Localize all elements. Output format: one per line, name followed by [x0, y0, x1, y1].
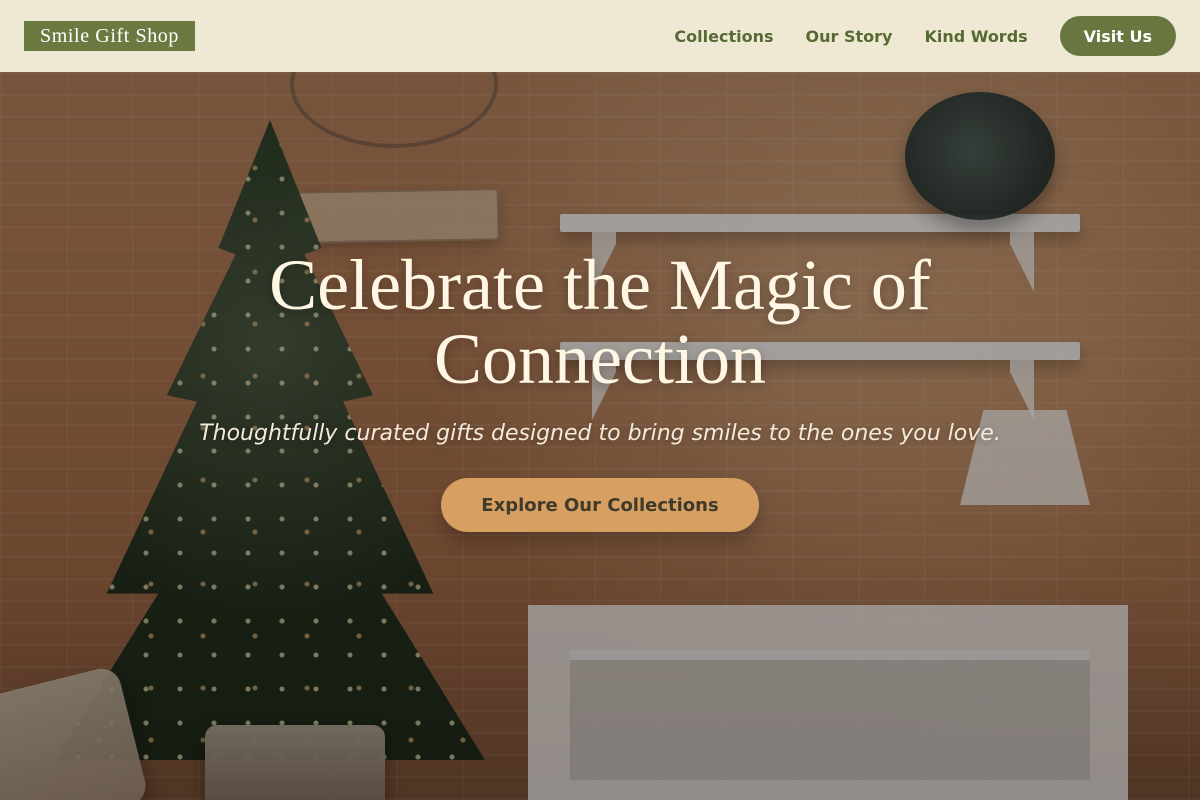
site-header: Smile Gift Shop Collections Our Story Ki… [0, 0, 1200, 72]
visit-us-button[interactable]: Visit Us [1059, 16, 1176, 56]
primary-nav: Collections Our Story Kind Words Visit U… [674, 0, 1176, 72]
hero-subtitle: Thoughtfully curated gifts designed to b… [199, 421, 1001, 446]
explore-collections-button[interactable]: Explore Our Collections [441, 478, 759, 532]
nav-link-kind-words[interactable]: Kind Words [924, 27, 1027, 46]
hero-section: Celebrate the Magic of Connection Though… [0, 72, 1200, 800]
brand-logo[interactable]: Smile Gift Shop [24, 21, 196, 51]
page: Smile Gift Shop Collections Our Story Ki… [0, 0, 1200, 800]
nav-link-our-story[interactable]: Our Story [806, 27, 893, 46]
hero-title: Celebrate the Magic of Connection [269, 245, 931, 399]
nav-link-collections[interactable]: Collections [674, 27, 773, 46]
